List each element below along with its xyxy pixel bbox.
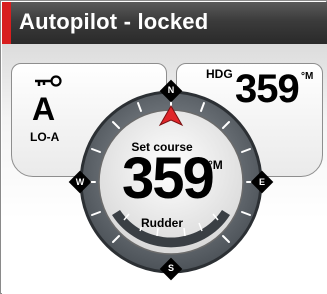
window-title: Autopilot - locked	[19, 9, 209, 34]
set-course-unit: °M	[208, 158, 223, 172]
heading-value: 359	[235, 67, 300, 111]
south-label: S	[167, 263, 174, 273]
mode-sub-label: LO-A	[30, 130, 60, 144]
rudder-label: Rudder	[141, 216, 183, 230]
heading-unit: °M	[301, 71, 314, 82]
north-label: N	[167, 85, 175, 95]
key-icon	[35, 75, 62, 87]
east-label: E	[258, 177, 265, 187]
heading-label: HDG	[206, 67, 233, 81]
title-bar: Autopilot - locked	[2, 2, 327, 44]
set-course-value[interactable]: 359	[122, 150, 215, 208]
title-accent	[2, 2, 11, 44]
west-label: W	[75, 177, 85, 187]
mode-letter: A	[32, 91, 56, 127]
